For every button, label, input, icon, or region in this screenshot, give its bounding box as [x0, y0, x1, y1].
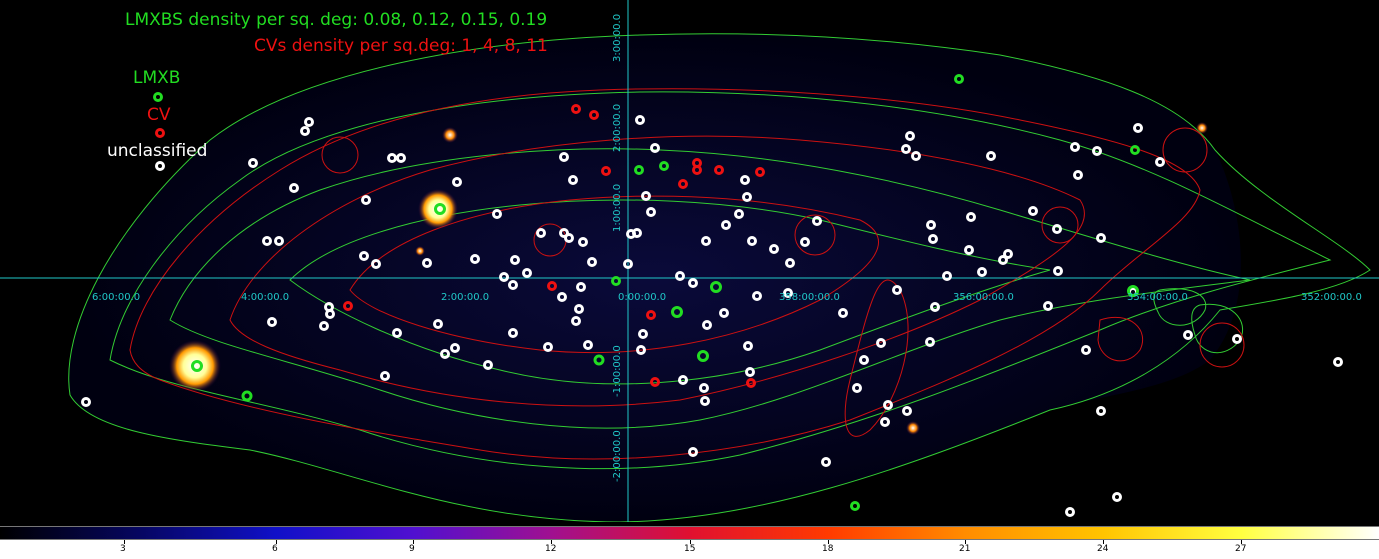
legend-label-cv: CV	[147, 105, 171, 125]
x-tick-label: 4:00:00.0	[241, 292, 290, 303]
x-tick-label: 358:00:00.0	[779, 292, 840, 303]
x-tick-label: 354:00:00.0	[1127, 292, 1188, 303]
legend-marker-lmxb	[153, 92, 163, 102]
x-tick-label: 0:00:00.0	[618, 292, 667, 303]
y-tick-label: 2:00:00.0	[612, 103, 623, 152]
legend-marker-cv	[155, 128, 165, 138]
x-tick-label: 6:00:00.0	[92, 292, 141, 303]
sky-map	[0, 0, 1379, 522]
y-tick-label: 1:00:00.0	[612, 183, 623, 232]
colorbar-tick: 9	[409, 544, 415, 554]
x-tick-label: 352:00:00.0	[1301, 292, 1362, 303]
colorbar-tick: 12	[545, 544, 557, 554]
x-tick-label: 356:00:00.0	[953, 292, 1014, 303]
y-tick-label: -2:00:00.0	[612, 430, 623, 482]
cv-density-title: CVs density per sq.deg: 1, 4, 8, 11	[254, 36, 548, 56]
colorbar-tick-row: 3 6 9 12 15 18 21 24 27	[0, 540, 1379, 559]
colorbar-tick: 15	[684, 544, 696, 554]
y-tick-label: 3:00:00.0	[612, 13, 623, 62]
legend-label-lmxb: LMXB	[133, 68, 181, 88]
colorbar-tick: 6	[272, 544, 278, 554]
x-tick-label: 2:00:00.0	[441, 292, 490, 303]
colorbar-tick: 3	[120, 544, 126, 554]
y-tick-label: -1:00:00.0	[612, 345, 623, 397]
colorbar-tick: 21	[959, 544, 971, 554]
legend-label-unclassified: unclassified	[107, 141, 208, 161]
colorbar	[0, 526, 1379, 540]
lmxb-density-title: LMXBS density per sq. deg: 0.08, 0.12, 0…	[125, 10, 548, 30]
colorbar-tick: 18	[822, 544, 834, 554]
colorbar-tick: 24	[1097, 544, 1109, 554]
colorbar-tick: 27	[1235, 544, 1247, 554]
